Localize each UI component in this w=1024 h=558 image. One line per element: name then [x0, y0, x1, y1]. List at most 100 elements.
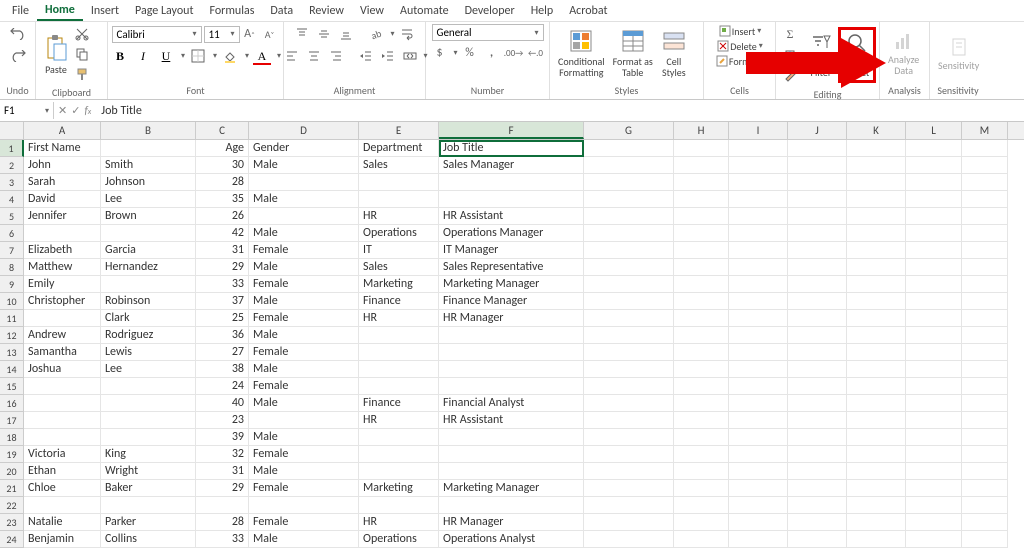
cell-J22[interactable]: [788, 497, 847, 514]
cell-E20[interactable]: [359, 463, 439, 480]
cell-G11[interactable]: [584, 310, 674, 327]
format-as-table-button[interactable]: Format as Table: [609, 26, 657, 80]
cell-J10[interactable]: [788, 293, 847, 310]
cell-D9[interactable]: Female: [249, 276, 359, 293]
cell-I22[interactable]: [729, 497, 788, 514]
cell-C7[interactable]: 31: [196, 242, 249, 259]
cell-I9[interactable]: [729, 276, 788, 293]
menu-acrobat[interactable]: Acrobat: [561, 2, 615, 20]
cell-D4[interactable]: Male: [249, 191, 359, 208]
cell-L15[interactable]: [906, 378, 962, 395]
copy-icon[interactable]: [73, 45, 91, 63]
cell-B12[interactable]: Rodriguez: [101, 327, 196, 344]
cell-C19[interactable]: 32: [196, 446, 249, 463]
cell-F2[interactable]: Sales Manager: [439, 157, 584, 174]
cell-B16[interactable]: [101, 395, 196, 412]
cell-L12[interactable]: [906, 327, 962, 344]
cell-I24[interactable]: [729, 531, 788, 548]
row-header[interactable]: 17: [0, 412, 24, 429]
cell-F11[interactable]: HR Manager: [439, 310, 584, 327]
cell-L22[interactable]: [906, 497, 962, 514]
cell-I4[interactable]: [729, 191, 788, 208]
cell-A17[interactable]: [24, 412, 101, 429]
cell-D19[interactable]: Female: [249, 446, 359, 463]
cell-F22[interactable]: [439, 497, 584, 514]
cell-A23[interactable]: Natalie: [24, 514, 101, 531]
row-header[interactable]: 2: [0, 157, 24, 174]
cell-L6[interactable]: [906, 225, 962, 242]
row-header[interactable]: 1: [0, 140, 24, 157]
cell-M13[interactable]: [962, 344, 1008, 361]
cell-I16[interactable]: [729, 395, 788, 412]
cell-F10[interactable]: Finance Manager: [439, 293, 584, 310]
cell-J13[interactable]: [788, 344, 847, 361]
cell-L19[interactable]: [906, 446, 962, 463]
cell-D18[interactable]: Male: [249, 429, 359, 446]
cell-J9[interactable]: [788, 276, 847, 293]
row-header[interactable]: 6: [0, 225, 24, 242]
cell-K19[interactable]: [847, 446, 906, 463]
cell-F3[interactable]: [439, 174, 584, 191]
cell-D7[interactable]: Female: [249, 242, 359, 259]
cell-H6[interactable]: [674, 225, 729, 242]
cell-L17[interactable]: [906, 412, 962, 429]
cell-L23[interactable]: [906, 514, 962, 531]
cell-F23[interactable]: HR Manager: [439, 514, 584, 531]
cell-I12[interactable]: [729, 327, 788, 344]
cell-C23[interactable]: 28: [196, 514, 249, 531]
row-header[interactable]: 22: [0, 497, 24, 514]
cell-K7[interactable]: [847, 242, 906, 259]
cell-I5[interactable]: [729, 208, 788, 225]
cell-H13[interactable]: [674, 344, 729, 361]
align-left-icon[interactable]: [283, 47, 301, 65]
cell-G3[interactable]: [584, 174, 674, 191]
cell-F13[interactable]: [439, 344, 584, 361]
cell-K6[interactable]: [847, 225, 906, 242]
cell-I13[interactable]: [729, 344, 788, 361]
col-header-G[interactable]: G: [584, 122, 674, 139]
cell-H1[interactable]: [674, 140, 729, 157]
cell-A11[interactable]: [24, 310, 101, 327]
orientation-icon[interactable]: ab: [367, 25, 385, 43]
cell-K17[interactable]: [847, 412, 906, 429]
col-header-J[interactable]: J: [788, 122, 847, 139]
cell-I3[interactable]: [729, 174, 788, 191]
cell-A3[interactable]: Sarah: [24, 174, 101, 191]
cell-B8[interactable]: Hernandez: [101, 259, 196, 276]
cell-C6[interactable]: 42: [196, 225, 249, 242]
cell-M9[interactable]: [962, 276, 1008, 293]
cell-E7[interactable]: IT: [359, 242, 439, 259]
font-name-select[interactable]: Calibri▾: [112, 26, 202, 43]
cell-D6[interactable]: Male: [249, 225, 359, 242]
cell-M17[interactable]: [962, 412, 1008, 429]
cell-E16[interactable]: Finance: [359, 395, 439, 412]
col-header-A[interactable]: A: [24, 122, 101, 139]
cell-H18[interactable]: [674, 429, 729, 446]
analyze-data-button[interactable]: Analyze Data: [884, 28, 923, 78]
cell-F7[interactable]: IT Manager: [439, 242, 584, 259]
cell-D16[interactable]: Male: [249, 395, 359, 412]
cell-D20[interactable]: Male: [249, 463, 359, 480]
align-top-icon[interactable]: [293, 25, 311, 43]
cell-styles-button[interactable]: Cell Styles: [657, 26, 691, 80]
cell-K18[interactable]: [847, 429, 906, 446]
cell-L20[interactable]: [906, 463, 962, 480]
cell-K2[interactable]: [847, 157, 906, 174]
cell-B20[interactable]: Wright: [101, 463, 196, 480]
row-header[interactable]: 4: [0, 191, 24, 208]
cell-G10[interactable]: [584, 293, 674, 310]
cell-L5[interactable]: [906, 208, 962, 225]
align-center-icon[interactable]: [305, 47, 323, 65]
cell-I18[interactable]: [729, 429, 788, 446]
cell-A22[interactable]: [24, 497, 101, 514]
cell-H15[interactable]: [674, 378, 729, 395]
cell-E10[interactable]: Finance: [359, 293, 439, 310]
cell-K1[interactable]: [847, 140, 906, 157]
cell-I20[interactable]: [729, 463, 788, 480]
cell-E11[interactable]: HR: [359, 310, 439, 327]
cell-E23[interactable]: HR: [359, 514, 439, 531]
menu-home[interactable]: Home: [37, 1, 83, 21]
col-header-B[interactable]: B: [101, 122, 196, 139]
cell-F21[interactable]: Marketing Manager: [439, 480, 584, 497]
cell-J15[interactable]: [788, 378, 847, 395]
